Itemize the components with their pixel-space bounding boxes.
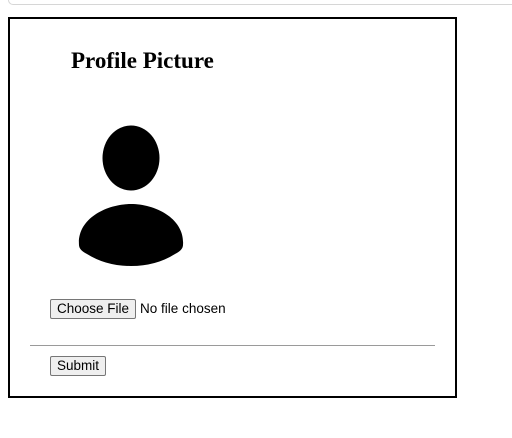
file-input[interactable]: Choose File No file chosen [50, 299, 226, 319]
avatar-body [78, 204, 184, 266]
browser-frame-line [8, 0, 512, 5]
browser-top-edge [0, 0, 512, 6]
choose-file-button[interactable]: Choose File [50, 299, 137, 319]
form-title: Profile Picture [71, 48, 214, 73]
avatar-head [102, 125, 160, 191]
submit-button[interactable]: Submit [50, 356, 107, 376]
user-silhouette-icon [78, 125, 184, 266]
file-status-text: No file chosen [140, 301, 226, 316]
profile-picture-form: Profile Picture Choose File No file chos… [8, 17, 457, 398]
divider [30, 345, 435, 346]
